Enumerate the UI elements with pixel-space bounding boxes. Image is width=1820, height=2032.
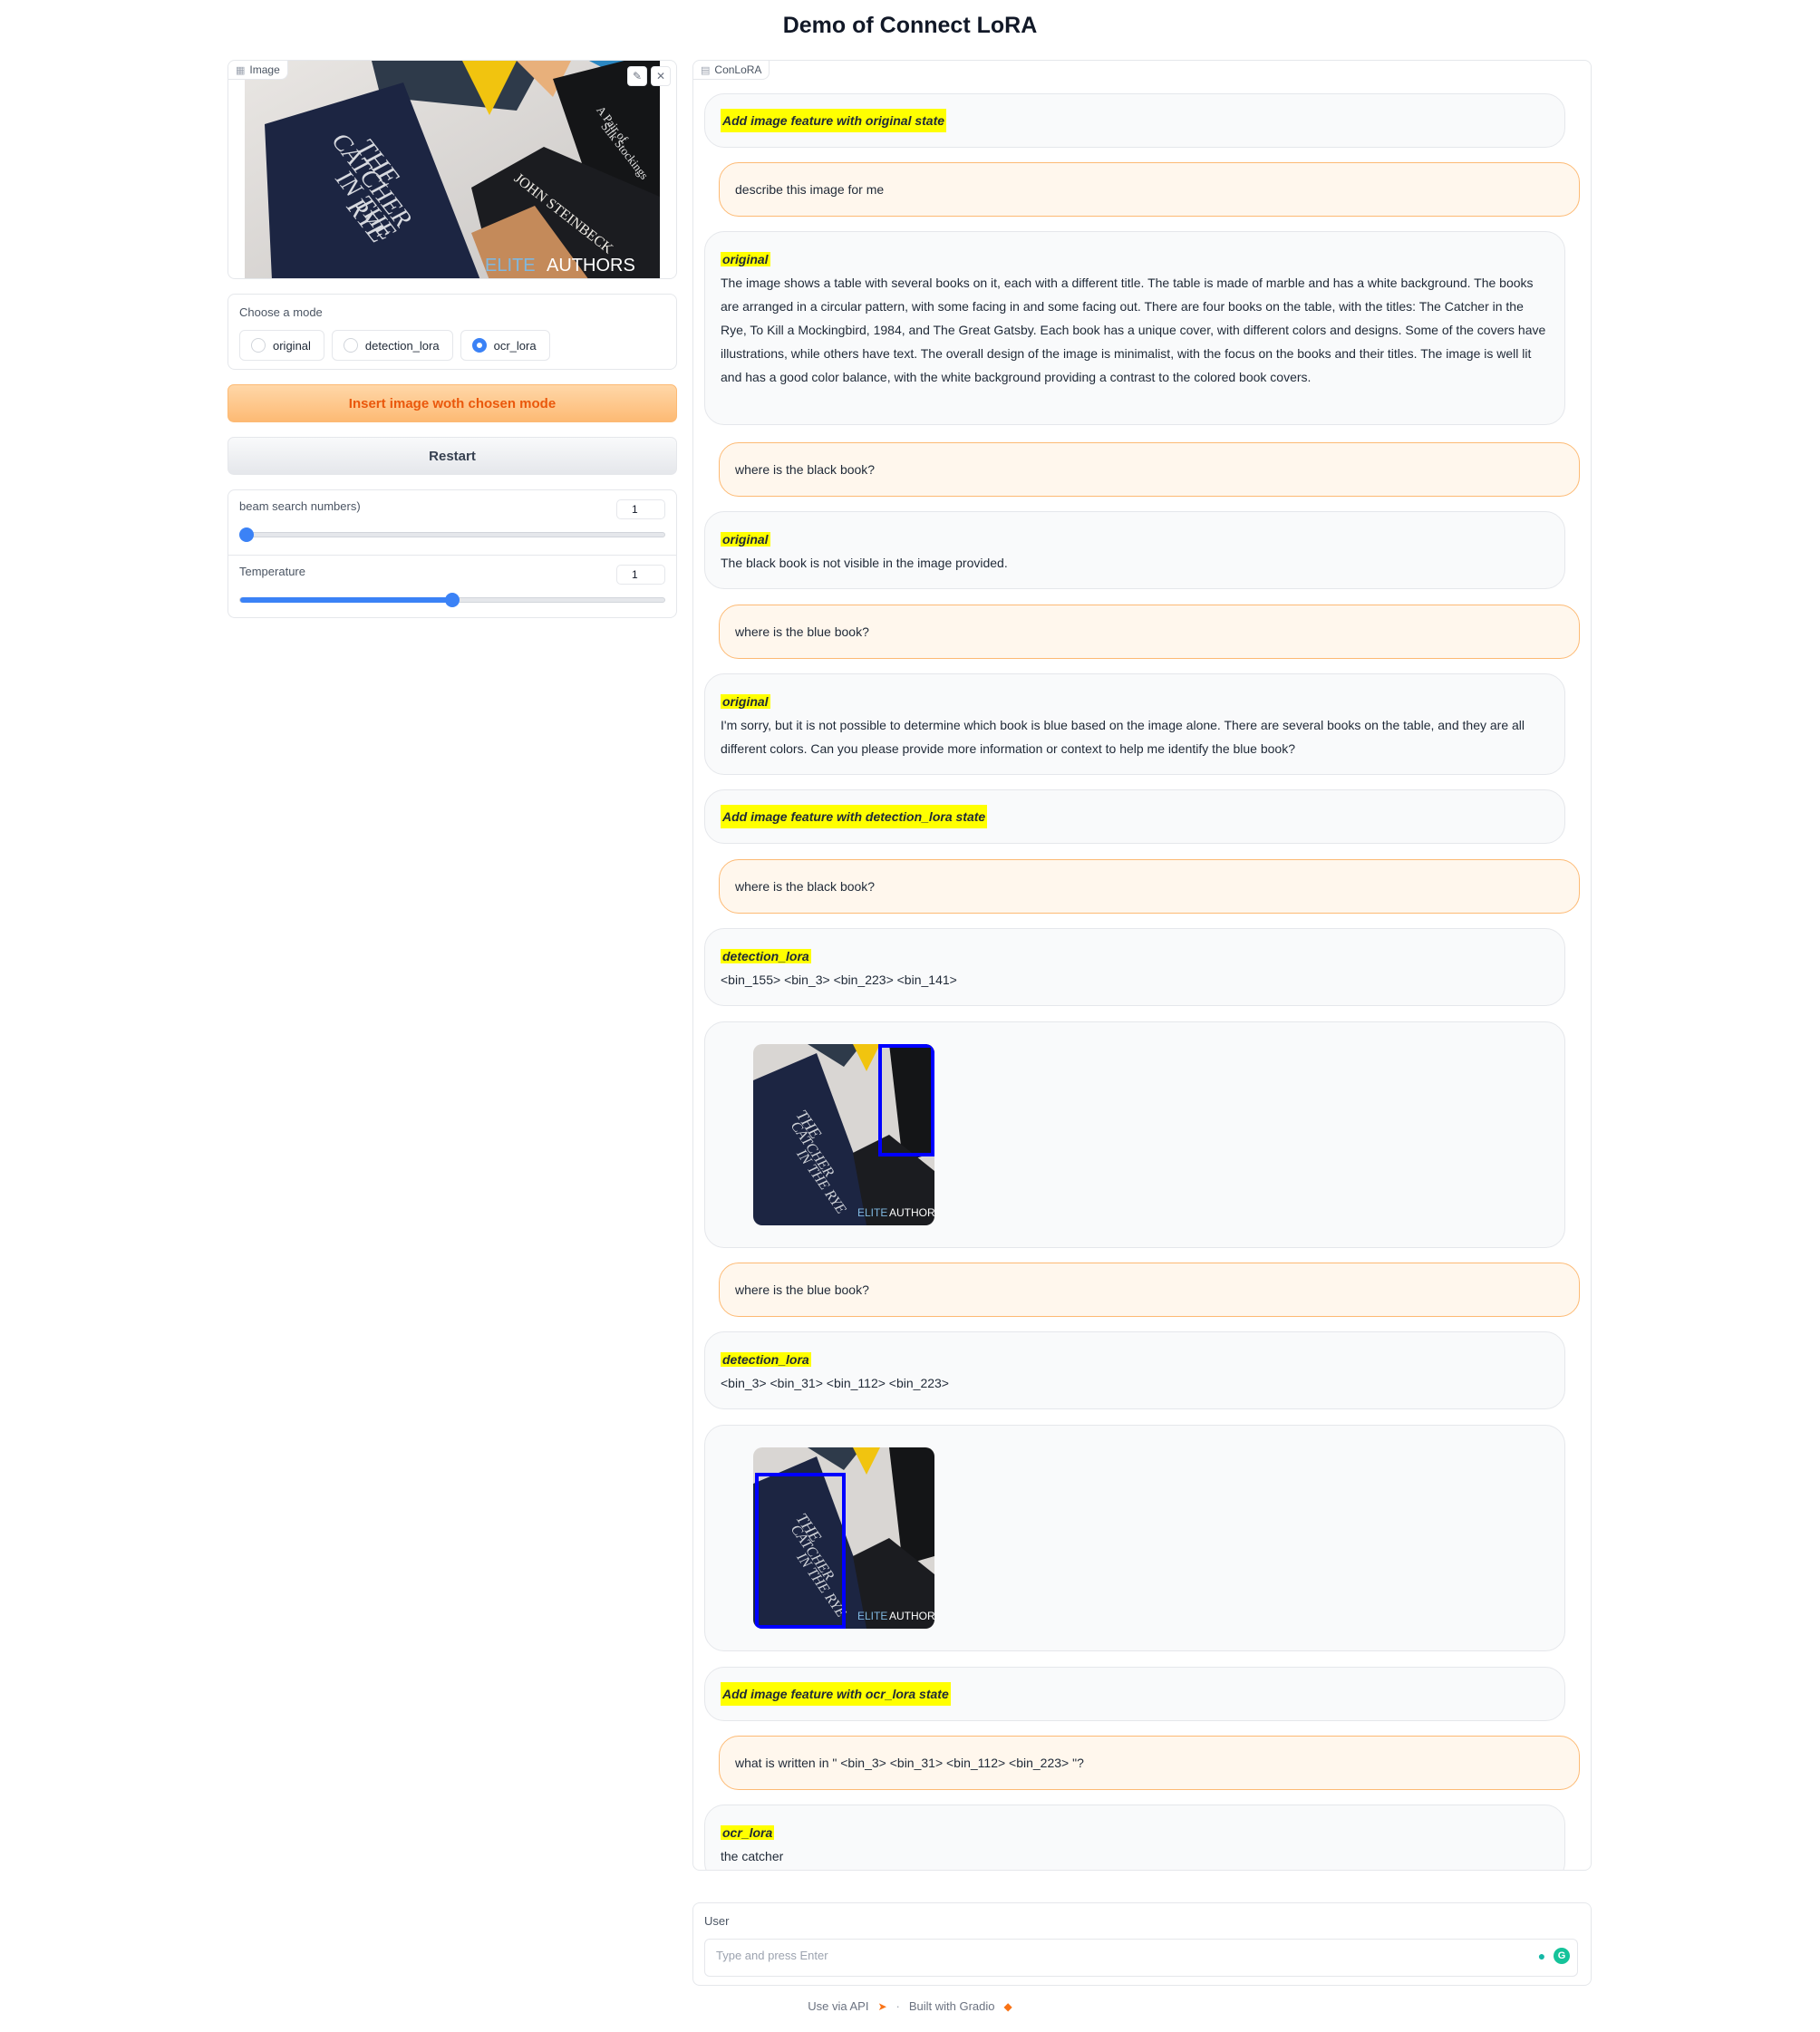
mode-tag: original — [721, 694, 770, 709]
mode-option-detection-lora[interactable]: detection_lora — [331, 330, 453, 361]
user-message: where is the black book? — [719, 442, 1580, 497]
message-text: where is the blue book? — [735, 1282, 869, 1297]
image-tools: ✎ ✕ — [627, 66, 671, 86]
temperature-slider: Temperature 1 — [228, 555, 676, 619]
slider-handle[interactable] — [239, 527, 255, 542]
slider-label: Temperature — [239, 565, 305, 578]
footer: Use via API ➤ · Built with Gradio ◆ — [0, 1999, 1820, 2013]
bot-message: original I'm sorry, but it is not possib… — [704, 673, 1565, 775]
image-label: Image — [249, 63, 280, 76]
bulb-icon[interactable]: ● — [1534, 1948, 1550, 1964]
bot-image-message: THE CATCHER IN THE RYE ELITE AUTHORS — [704, 1021, 1565, 1248]
message-text: where is the black book? — [735, 462, 876, 477]
temperature-number-input[interactable]: 1 — [616, 565, 665, 585]
restart-button[interactable]: Restart — [228, 437, 677, 475]
watermark-light: ELITE — [857, 1610, 887, 1622]
insert-image-button[interactable]: Insert image woth chosen mode — [228, 384, 677, 422]
mode-tag: Add image feature with detection_lora st… — [721, 805, 988, 828]
watermark-bold: AUTHORS — [547, 256, 635, 276]
message-text: where is the black book? — [735, 879, 876, 894]
bot-message: detection_lora <bin_3> <bin_31> <bin_112… — [704, 1331, 1565, 1409]
mode-tag: ocr_lora — [721, 1825, 775, 1840]
uploaded-image: THE CATCHER IN THE RYE A Pair of Silk St… — [245, 61, 660, 278]
bot-message: detection_lora <bin_155> <bin_3> <bin_22… — [704, 928, 1565, 1006]
mode-option-label: original — [273, 338, 311, 353]
grammarly-icon[interactable]: G — [1554, 1948, 1570, 1964]
beam-search-number-input[interactable]: 1 — [616, 499, 665, 519]
image-icon: ▦ — [236, 64, 246, 76]
parameters-panel: beam search numbers) 1 Temperature 1 — [228, 489, 677, 618]
bot-message: Add image feature with ocr_lora state — [704, 1667, 1565, 1721]
bot-message: original The black book is not visible i… — [704, 511, 1565, 589]
gradio-logo-icon: ◆ — [1003, 1999, 1012, 2013]
mode-tag: original — [721, 532, 770, 547]
message-text: what is written in " <bin_3> <bin_31> <b… — [735, 1756, 1084, 1770]
bot-message: Add image feature with original state — [704, 93, 1565, 148]
bot-message: original The image shows a table with se… — [704, 231, 1565, 425]
watermark-bold: AUTHORS — [889, 1206, 934, 1219]
chat-input[interactable]: Type and press Enter ● G — [704, 1939, 1578, 1977]
chat-label: ConLoRA — [714, 63, 762, 76]
user-message: describe this image for me — [719, 162, 1580, 217]
image-upload-panel[interactable]: ▦ Image ✎ ✕ THE CATCHER IN THE RYE A Pai… — [228, 60, 677, 279]
watermark-light: ELITE — [485, 256, 536, 276]
radio-unchecked-icon[interactable] — [251, 338, 266, 353]
radio-checked-icon[interactable] — [471, 338, 487, 353]
bot-message: ocr_lora the catcher — [704, 1805, 1565, 1870]
bot-image-message: THE CATCHER IN THE RYE ELITE AUTHORS — [704, 1425, 1565, 1651]
mode-option-label: detection_lora — [364, 338, 440, 353]
mode-option-label: ocr_lora — [493, 338, 537, 353]
bot-message: Add image feature with detection_lora st… — [704, 789, 1565, 844]
built-with-gradio-link[interactable]: Built with Gradio — [909, 1999, 995, 2013]
radio-unchecked-icon[interactable] — [343, 338, 358, 353]
input-label: User — [704, 1914, 730, 1928]
input-extension-icons: ● G — [1534, 1948, 1570, 1964]
mode-tag: detection_lora — [721, 949, 811, 963]
mode-tag: Add image feature with original state — [721, 109, 947, 132]
message-text: The image shows a table with several boo… — [721, 276, 1546, 384]
image-block-label: ▦ Image — [228, 61, 288, 80]
message-text: I'm sorry, but it is not possible to det… — [721, 718, 1525, 756]
mode-option-original[interactable]: original — [239, 330, 324, 361]
mode-tag: detection_lora — [721, 1352, 811, 1367]
detection-result-image[interactable]: THE CATCHER IN THE RYE ELITE AUTHORS — [753, 1447, 934, 1629]
chat-block-label: ▤ ConLoRA — [693, 61, 770, 80]
detection-result-image[interactable]: THE CATCHER IN THE RYE ELITE AUTHORS — [753, 1044, 934, 1225]
user-message: what is written in " <bin_3> <bin_31> <b… — [719, 1736, 1580, 1790]
watermark-bold: AUTHORS — [889, 1610, 934, 1622]
watermark-light: ELITE — [857, 1206, 887, 1219]
mode-option-ocr-lora[interactable]: ocr_lora — [460, 330, 550, 361]
controls-column: ▦ Image ✎ ✕ THE CATCHER IN THE RYE A Pai… — [228, 60, 677, 618]
user-input-panel: User Type and press Enter ● G — [692, 1902, 1592, 1986]
slider-track[interactable] — [239, 527, 665, 542]
mode-selector: Choose a mode original detection_lora oc… — [228, 294, 677, 370]
message-text: <bin_155> <bin_3> <bin_223> <bin_141> — [721, 972, 957, 987]
message-text: <bin_3> <bin_31> <bin_112> <bin_223> — [721, 1376, 949, 1390]
close-icon[interactable]: ✕ — [651, 66, 671, 86]
message-text: where is the blue book? — [735, 624, 869, 639]
page-title: Demo of Connect LoRA — [782, 13, 1038, 38]
footer-separator: · — [895, 1999, 900, 2013]
slider-handle[interactable] — [445, 593, 460, 607]
slider-label: beam search numbers) — [239, 499, 361, 513]
edit-icon[interactable]: ✎ — [627, 66, 647, 86]
user-message: where is the blue book? — [719, 1263, 1580, 1317]
input-placeholder: Type and press Enter — [716, 1949, 828, 1962]
chat-icon: ▤ — [701, 64, 711, 76]
mode-options: original detection_lora ocr_lora — [239, 330, 665, 361]
message-text: The black book is not visible in the ima… — [721, 556, 1008, 570]
user-message: where is the blue book? — [719, 605, 1580, 659]
beam-search-slider: beam search numbers) 1 — [228, 490, 676, 555]
slider-fill — [240, 597, 452, 603]
use-via-api-link[interactable]: Use via API — [808, 1999, 868, 2013]
message-text: the catcher — [721, 1849, 784, 1863]
slider-track[interactable] — [239, 593, 665, 607]
mode-tag: original — [721, 252, 770, 266]
rocket-icon: ➤ — [877, 1999, 887, 2013]
mode-tag: Add image feature with ocr_lora state — [721, 1682, 951, 1706]
mode-label: Choose a mode — [239, 305, 323, 319]
message-text: describe this image for me — [735, 182, 885, 197]
user-message: where is the black book? — [719, 859, 1580, 914]
chatbot-panel[interactable]: ▤ ConLoRA Add image feature with origina… — [692, 60, 1592, 1871]
